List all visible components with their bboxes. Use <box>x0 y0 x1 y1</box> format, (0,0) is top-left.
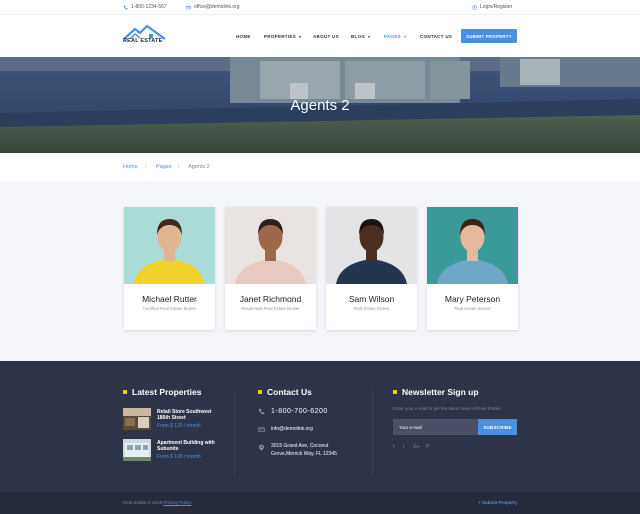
footer-divider <box>234 391 235 476</box>
twitter-icon[interactable]: t <box>403 444 404 450</box>
top-bar: 1-800-1234-567 office@demolink.org Login… <box>0 0 640 15</box>
page-title: Agents 2 <box>290 97 350 114</box>
contact-phone[interactable]: 1-800-700-6200 <box>258 408 328 415</box>
breadcrumb: Home / Pages / Agents 2 <box>0 153 640 181</box>
heading-marker-icon <box>393 390 397 394</box>
agent-portrait-image <box>427 207 518 284</box>
contact-us-heading: Contact Us <box>258 387 312 397</box>
contact-email-text: info@demolink.org <box>271 426 313 432</box>
breadcrumb-home[interactable]: Home <box>123 164 138 170</box>
footer-divider <box>372 391 373 476</box>
agent-photo[interactable] <box>124 207 215 284</box>
latest-properties-title: Latest Properties <box>132 387 202 397</box>
topbar-email-text: office@demolink.org <box>194 4 240 10</box>
newsletter-heading: Newsletter Sign up <box>393 387 479 397</box>
contact-us-title: Contact Us <box>267 387 312 397</box>
chevron-down-icon <box>403 35 406 38</box>
agent-role: Real Estate Broker <box>353 306 390 311</box>
phone-icon <box>258 408 265 415</box>
subscribe-button[interactable]: SUBSCRIBE <box>478 419 517 435</box>
property-price: From $ 120 / month <box>157 454 201 460</box>
copyright-bar: Real Estate © 2016 Privacy Policy + Subm… <box>0 492 640 514</box>
login-register-link[interactable]: Login/Register <box>472 4 512 10</box>
newsletter-description: Enter your e-mail to get the latest news… <box>393 406 501 411</box>
property-thumbnail[interactable] <box>123 408 151 430</box>
nav-home[interactable]: HOME <box>236 34 251 39</box>
nav-blog-label: BLOG <box>351 34 366 39</box>
property-thumbnail-image <box>123 439 151 461</box>
nav-contact-us[interactable]: CONTACT US <box>420 34 452 39</box>
main-header: REAL ESTATE HOME PROPERTIES ABOUT US BLO… <box>0 15 640 57</box>
facebook-icon[interactable]: f <box>393 444 394 450</box>
heading-marker-icon <box>258 390 262 394</box>
phone-icon <box>123 5 128 9</box>
agent-card[interactable]: Sam Wilson Real Estate Broker <box>326 207 417 330</box>
property-title[interactable]: Apartment Building with Subunits <box>157 440 221 452</box>
heading-marker-icon <box>123 390 127 394</box>
chevron-down-icon <box>368 35 371 38</box>
nav-contact-label: CONTACT US <box>420 34 453 39</box>
agent-name[interactable]: Michael Rutter <box>124 294 215 304</box>
property-thumbnail-image <box>123 408 151 430</box>
breadcrumb-pages[interactable]: Pages <box>156 164 172 170</box>
location-pin-icon <box>259 444 264 451</box>
latest-properties-heading: Latest Properties <box>123 387 201 397</box>
nav-about-label: ABOUT US <box>313 34 339 39</box>
contact-address-text: 3015 Grand Ave, Coconut Grove,Merrick Wa… <box>271 443 337 457</box>
chevron-down-icon <box>299 35 302 38</box>
breadcrumb-separator: / <box>178 164 180 170</box>
property-title[interactable]: Retail Store Southwest 186th Street <box>157 409 221 421</box>
topbar-phone-text: 1-800-1234-567 <box>131 4 167 10</box>
contact-email[interactable]: info@demolink.org <box>258 425 313 433</box>
mail-icon <box>258 426 265 432</box>
privacy-policy-link[interactable]: Privacy Policy <box>163 500 191 505</box>
breadcrumb-current: Agents 2 <box>188 164 210 170</box>
login-register-text: Login/Register <box>480 4 513 10</box>
agent-portrait-image <box>326 207 417 284</box>
mail-icon <box>186 5 191 9</box>
breadcrumb-separator: / <box>145 164 147 170</box>
property-thumbnail[interactable] <box>123 439 151 461</box>
nav-properties-label: PROPERTIES <box>264 34 297 39</box>
footer-submit-property-link[interactable]: + Submit Property <box>478 500 517 505</box>
agent-role: Certified Real Estate Broker <box>142 306 197 311</box>
nav-pages[interactable]: PAGES <box>384 34 406 39</box>
agent-photo[interactable] <box>427 207 518 284</box>
copyright: Real Estate © 2016 Privacy Policy <box>123 500 191 505</box>
topbar-email[interactable]: office@demolink.org <box>186 4 240 10</box>
copyright-text: Real Estate © 2016 <box>123 500 163 505</box>
agent-photo[interactable] <box>225 207 316 284</box>
nav-pages-label: PAGES <box>384 34 401 39</box>
nav-blog[interactable]: BLOG <box>351 34 371 39</box>
agent-portrait-image <box>225 207 316 284</box>
nav-about-us[interactable]: ABOUT US <box>313 34 339 39</box>
nav-home-label: HOME <box>236 34 251 39</box>
agent-role: Residential Real Estate Broker <box>241 306 300 311</box>
newsletter-title: Newsletter Sign up <box>402 387 479 397</box>
agent-card[interactable]: Mary Peterson Real Estate Broker <box>427 207 518 330</box>
submit-property-button[interactable]: SUBMIT PROPERTY <box>461 29 517 43</box>
agent-card[interactable]: Michael Rutter Certified Real Estate Bro… <box>124 207 215 330</box>
agent-photo[interactable] <box>326 207 417 284</box>
agent-name[interactable]: Sam Wilson <box>326 294 417 304</box>
google-plus-icon[interactable]: G+ <box>413 444 420 450</box>
property-price: From $ 120 / month <box>157 423 201 429</box>
agent-role: Real Estate Broker <box>454 306 491 311</box>
newsletter-email-input[interactable]: Your e-mail <box>393 419 478 435</box>
contact-phone-text: 1-800-700-6200 <box>271 408 328 415</box>
agent-portrait-image <box>124 207 215 284</box>
pinterest-icon[interactable]: P <box>426 444 429 450</box>
topbar-phone[interactable]: 1-800-1234-567 <box>123 4 167 10</box>
agent-card[interactable]: Janet Richmond Residential Real Estate B… <box>225 207 316 330</box>
agents-section: Michael Rutter Certified Real Estate Bro… <box>0 181 640 361</box>
contact-address: 3015 Grand Ave, Coconut Grove,Merrick Wa… <box>258 442 358 458</box>
page-hero: Agents 2 <box>0 57 640 153</box>
agent-name[interactable]: Mary Peterson <box>427 294 518 304</box>
nav-properties[interactable]: PROPERTIES <box>264 34 302 39</box>
user-icon <box>472 4 477 10</box>
agent-name[interactable]: Janet Richmond <box>225 294 316 304</box>
logo-text: REAL ESTATE <box>123 38 163 44</box>
footer: Latest Properties Retail Store Southwest… <box>0 361 640 492</box>
